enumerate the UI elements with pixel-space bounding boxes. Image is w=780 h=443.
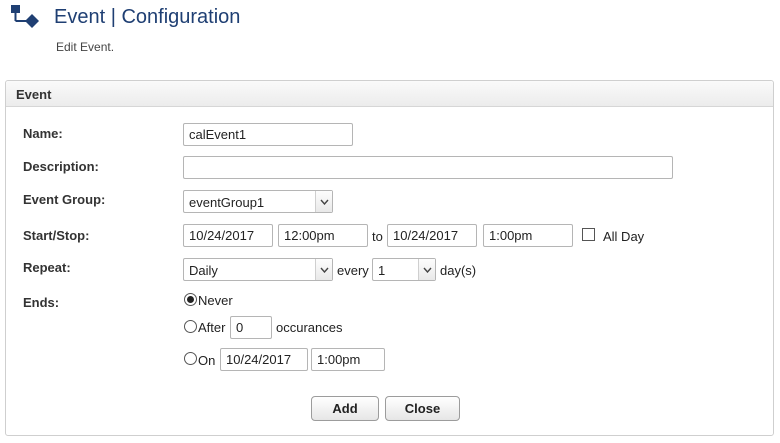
close-button[interactable]: Close (385, 396, 460, 421)
to-text: to (372, 229, 383, 244)
start-stop-label: Start/Stop: (23, 228, 90, 243)
ends-after-count-input[interactable] (230, 316, 272, 339)
panel-header: Event (6, 81, 773, 107)
ends-after-label: After (198, 320, 226, 335)
occurrences-text: occurances (276, 320, 343, 335)
repeat-unit-text: day(s) (440, 263, 477, 278)
start-date-input[interactable] (183, 224, 273, 247)
ends-on-label: On (198, 353, 216, 368)
panel-title: Event (16, 87, 52, 102)
repeat-label: Repeat: (23, 260, 71, 275)
ends-never-label: Never (198, 293, 233, 308)
repeat-interval-value: 1 (378, 263, 386, 278)
name-input[interactable] (183, 123, 353, 146)
end-date-input[interactable] (387, 224, 477, 247)
ends-never-radio[interactable] (184, 293, 197, 306)
repeat-interval-select[interactable]: 1 (372, 258, 436, 281)
event-group-label: Event Group: (23, 192, 106, 207)
chevron-down-icon (418, 259, 435, 280)
name-label: Name: (23, 126, 63, 141)
add-button[interactable]: Add (311, 396, 379, 421)
description-input[interactable] (183, 156, 673, 179)
every-text: every (337, 263, 369, 278)
end-time-input[interactable] (483, 224, 573, 247)
page-title: Event | Configuration (54, 6, 241, 28)
chevron-down-icon (315, 259, 332, 280)
start-time-input[interactable] (278, 224, 368, 247)
ends-label: Ends: (23, 295, 60, 310)
all-day-checkbox[interactable] (582, 228, 595, 241)
description-label: Description: (23, 159, 99, 174)
ends-after-radio[interactable] (184, 320, 197, 333)
page-subtitle: Edit Event. (56, 40, 115, 54)
chevron-down-icon (315, 191, 332, 212)
flow-diagram-icon (11, 5, 39, 28)
repeat-value: Daily (189, 263, 218, 278)
ends-on-time-input[interactable] (311, 348, 385, 371)
event-group-select[interactable]: eventGroup1 (183, 190, 333, 213)
all-day-label: All Day (603, 229, 645, 244)
ends-on-radio[interactable] (184, 352, 197, 365)
ends-on-date-input[interactable] (220, 348, 308, 371)
repeat-select[interactable]: Daily (183, 258, 333, 281)
event-group-value: eventGroup1 (189, 195, 265, 210)
